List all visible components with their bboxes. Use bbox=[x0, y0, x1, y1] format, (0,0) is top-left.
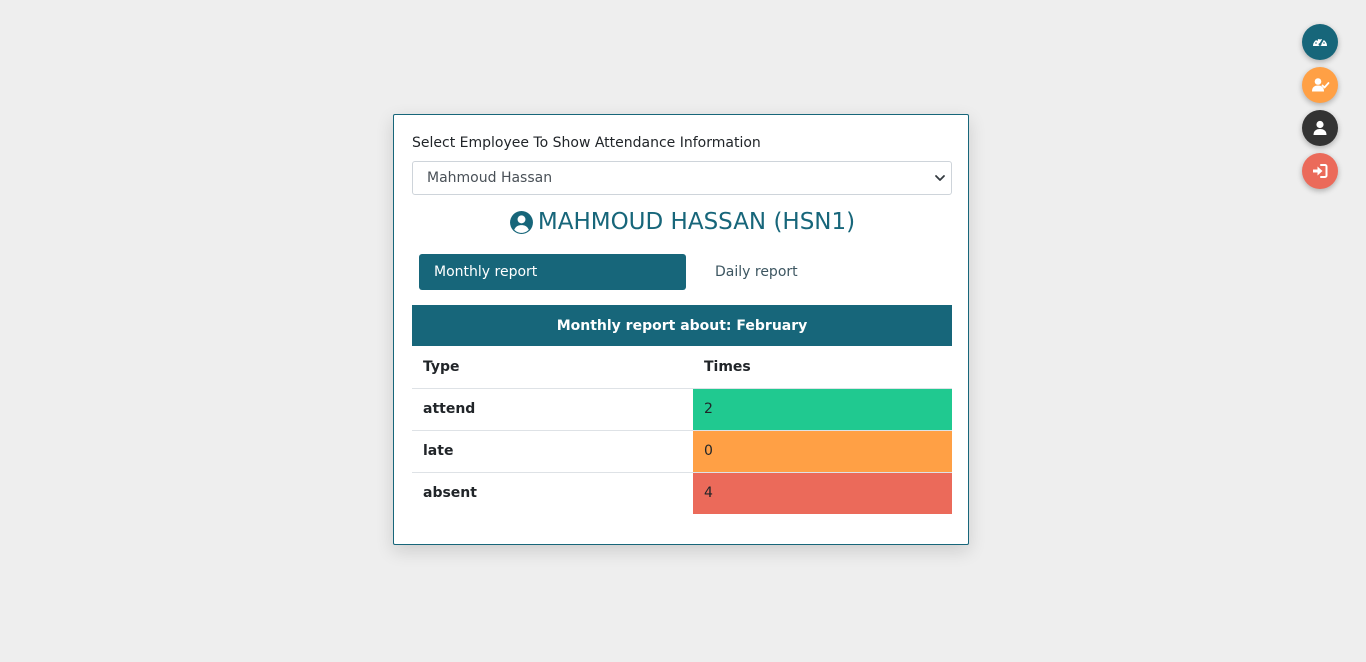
user-check-icon bbox=[1312, 78, 1330, 92]
report-header: Monthly report about: February bbox=[412, 305, 952, 346]
row-type: late bbox=[412, 430, 693, 473]
tab-monthly-report[interactable]: Monthly report bbox=[419, 254, 686, 290]
logout-button[interactable] bbox=[1302, 153, 1338, 189]
table-row-absent: absent 4 bbox=[412, 472, 952, 514]
table-row-attend: attend 2 bbox=[412, 388, 952, 431]
attendance-button[interactable] bbox=[1302, 67, 1338, 103]
user-circle-icon bbox=[509, 210, 533, 234]
row-times: 4 bbox=[693, 472, 952, 514]
chevron-down-icon bbox=[935, 175, 945, 181]
row-type: attend bbox=[412, 388, 693, 431]
column-header-type: Type bbox=[412, 346, 693, 389]
row-times: 0 bbox=[693, 430, 952, 473]
user-icon bbox=[1313, 120, 1327, 135]
table-header-row: Type Times bbox=[412, 346, 952, 389]
employee-select-label: Select Employee To Show Attendance Infor… bbox=[412, 135, 761, 151]
speedometer-icon bbox=[1313, 38, 1327, 46]
attendance-card: Select Employee To Show Attendance Infor… bbox=[393, 114, 969, 545]
sign-in-icon bbox=[1313, 164, 1328, 178]
report-table: Type Times attend 2 late 0 absent 4 bbox=[412, 346, 952, 514]
employee-select[interactable]: Mahmoud Hassan bbox=[412, 161, 952, 195]
employee-name: MAHMOUD HASSAN (HSN1) bbox=[537, 209, 856, 235]
row-type: absent bbox=[423, 485, 477, 502]
tab-daily-report[interactable]: Daily report bbox=[715, 254, 798, 290]
dashboard-button[interactable] bbox=[1302, 24, 1338, 60]
profile-button[interactable] bbox=[1302, 110, 1338, 146]
row-times: 2 bbox=[693, 388, 952, 431]
table-row-late: late 0 bbox=[412, 430, 952, 473]
column-header-times: Times bbox=[693, 346, 952, 389]
employee-title: MAHMOUD HASSAN (HSN1) bbox=[394, 209, 970, 235]
employee-select-value: Mahmoud Hassan bbox=[427, 170, 553, 186]
floating-action-buttons bbox=[1302, 24, 1338, 189]
